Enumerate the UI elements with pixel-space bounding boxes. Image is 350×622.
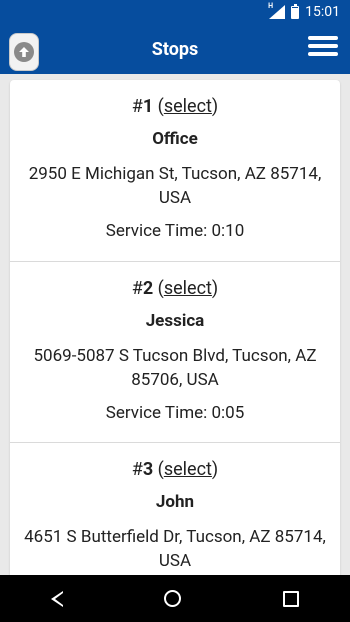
stop-name: Office bbox=[152, 129, 198, 149]
status-icons: H 15:01 bbox=[268, 0, 340, 24]
service-time: Service Time: 0:05 bbox=[105, 403, 245, 423]
clock: 15:01 bbox=[305, 4, 340, 20]
back-button[interactable] bbox=[43, 583, 71, 615]
home-circle-icon bbox=[164, 590, 182, 607]
stop-address: 2950 E Michigan St, Tucson, AZ 85714, US… bbox=[28, 164, 322, 208]
arrow-up-circle-icon bbox=[14, 42, 34, 62]
stop-number: 1 bbox=[142, 96, 154, 117]
stop-address: 4651 S Butterfield Dr, Tucson, AZ 85714,… bbox=[24, 527, 326, 571]
network-type: H bbox=[268, 2, 274, 10]
stop-name: Jessica bbox=[145, 311, 205, 331]
stop-item: #1 (select) Office 2950 E Michigan St, T… bbox=[10, 80, 340, 262]
page-title: Stops bbox=[151, 38, 199, 60]
stop-number-line: #2 (select) bbox=[131, 278, 219, 299]
back-triangle-icon bbox=[50, 590, 63, 607]
stop-number: 2 bbox=[142, 278, 154, 299]
home-button[interactable] bbox=[156, 582, 189, 615]
select-link[interactable]: select bbox=[164, 96, 212, 117]
status-bar: H 15:01 bbox=[0, 0, 350, 24]
signal-icon: H bbox=[268, 2, 286, 19]
battery-icon bbox=[291, 3, 300, 19]
system-nav-bar bbox=[0, 575, 350, 622]
service-time: Service Time: 0:10 bbox=[105, 221, 245, 241]
stop-number-line: #3 (select) bbox=[131, 459, 219, 480]
stops-list[interactable]: #1 (select) Office 2950 E Michigan St, T… bbox=[10, 80, 340, 580]
select-link[interactable]: select bbox=[164, 278, 212, 299]
stop-name: John bbox=[155, 492, 195, 512]
stop-item: #3 (select) John 4651 S Butterfield Dr, … bbox=[10, 443, 340, 580]
select-link[interactable]: select bbox=[164, 459, 212, 480]
stop-number-line: #1 (select) bbox=[131, 96, 219, 117]
menu-line bbox=[308, 44, 338, 48]
hamburger-menu-icon bbox=[308, 36, 338, 40]
app-bar: Stops bbox=[0, 24, 350, 74]
up-button[interactable] bbox=[9, 33, 39, 71]
menu-button[interactable] bbox=[308, 36, 338, 60]
menu-line bbox=[308, 52, 338, 56]
recents-square-icon bbox=[283, 590, 300, 607]
stop-item: #2 (select) Jessica 5069-5087 S Tucson B… bbox=[10, 262, 340, 443]
recents-button[interactable] bbox=[275, 583, 307, 615]
stop-number: 3 bbox=[142, 459, 154, 480]
stop-address: 5069-5087 S Tucson Blvd, Tucson, AZ 8570… bbox=[33, 346, 317, 390]
